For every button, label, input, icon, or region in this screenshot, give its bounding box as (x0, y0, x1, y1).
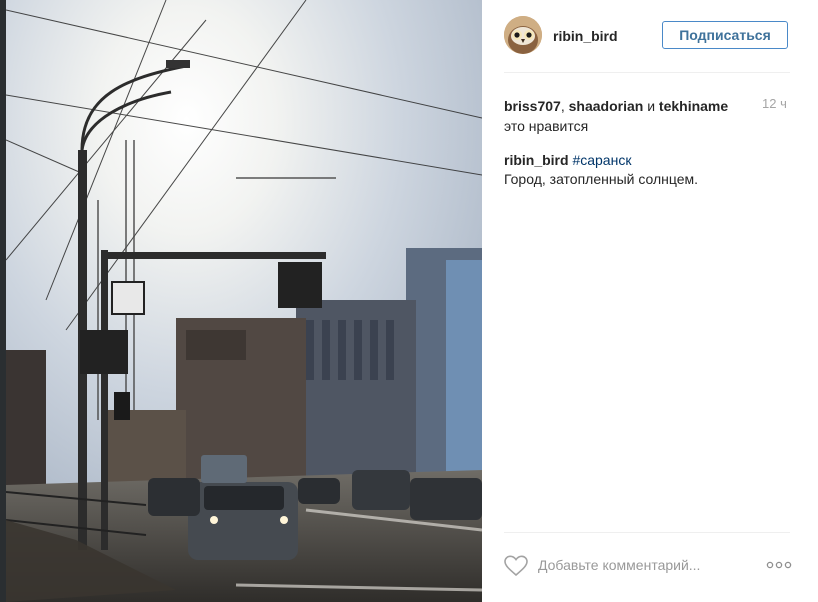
follow-button[interactable]: Подписаться (662, 21, 788, 49)
likes-separator: , (560, 98, 569, 114)
post-timestamp[interactable]: 12 ч (762, 96, 787, 111)
header-divider (504, 72, 790, 73)
likes-conjunction: и (643, 98, 659, 114)
street-scene-image (6, 0, 482, 602)
like-user-1[interactable]: briss707 (504, 98, 561, 114)
more-options-icon[interactable] (766, 559, 792, 571)
comment-divider (504, 532, 790, 533)
owl-avatar-image (504, 16, 542, 54)
post-photo[interactable] (6, 0, 482, 602)
heart-icon[interactable] (504, 555, 528, 577)
likes-suffix: это нравится (504, 118, 589, 134)
like-user-2[interactable]: shaadorian (569, 98, 644, 114)
post-caption: ribin_bird #саранск Город, затопленный с… (504, 151, 790, 189)
caption-hashtag[interactable]: #саранск (572, 152, 631, 168)
likes-summary: briss707, shaadorian и tekhiname это нра… (504, 96, 734, 136)
post-username[interactable]: ribin_bird (553, 28, 618, 44)
caption-text: Город, затопленный солнцем. (504, 171, 699, 187)
post-details-panel: ribin_bird Подписаться briss707, shaador… (482, 0, 818, 602)
comment-input[interactable] (538, 555, 738, 575)
caption-username[interactable]: ribin_bird (504, 152, 569, 168)
like-user-3[interactable]: tekhiname (659, 98, 728, 114)
post-header: ribin_bird Подписаться (482, 0, 818, 72)
comment-bar (504, 553, 794, 579)
avatar[interactable] (504, 16, 542, 54)
